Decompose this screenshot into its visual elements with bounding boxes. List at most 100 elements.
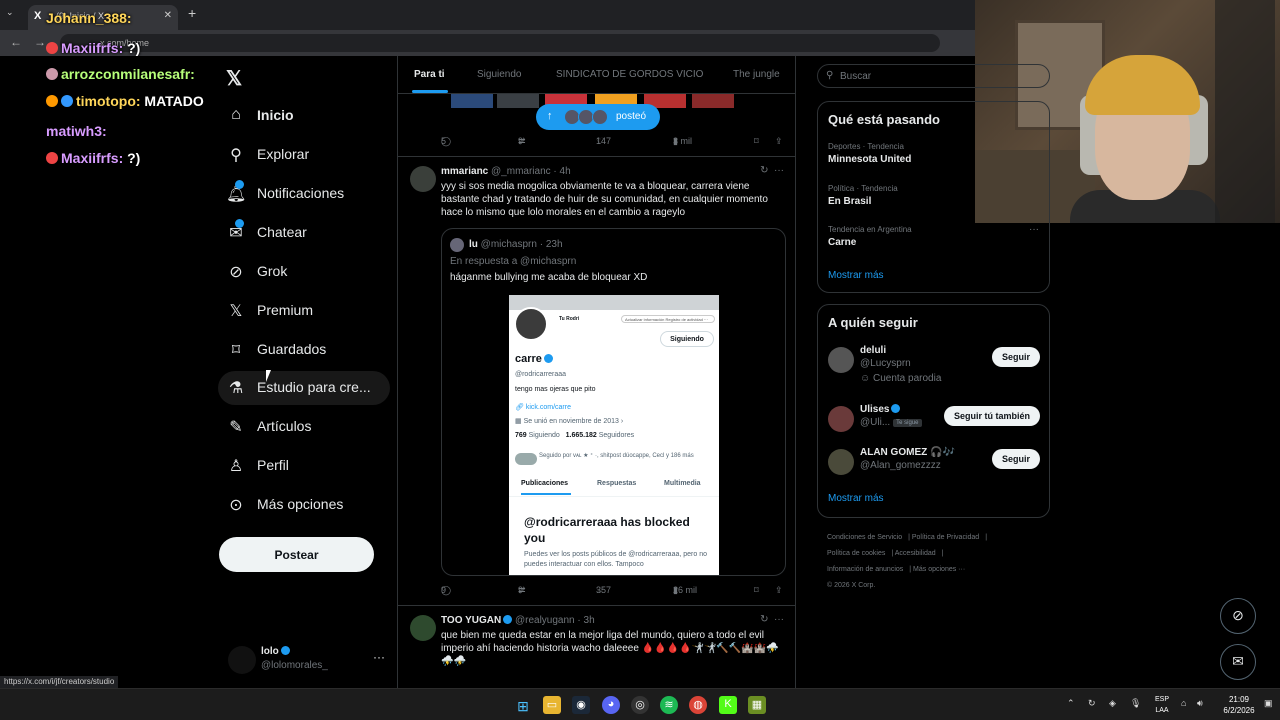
chat-text: MATADO <box>144 93 204 109</box>
windows-start-icon[interactable]: ⊞ <box>514 696 532 714</box>
obs-icon[interactable]: ◎ <box>631 696 649 714</box>
nav-item-explorar[interactable]: ⚲ Explorar <box>218 138 390 172</box>
url-field[interactable]: x.com/home <box>60 34 940 52</box>
grok-icon: ⊘ <box>1232 607 1244 623</box>
share-icon[interactable]: ⇪ <box>775 136 783 147</box>
footer-link[interactable]: Política de Privacidad <box>912 534 979 541</box>
tray-mic-icon[interactable]: 🎙︎ <box>1130 698 1141 709</box>
nav-item-notificaciones[interactable]: 🔔︎ Notificaciones <box>218 177 390 211</box>
follow-back-button[interactable]: Seguir tú también <box>943 406 1040 426</box>
kick-icon[interactable]: K <box>719 696 737 714</box>
language-indicator[interactable]: ESP LAA <box>1150 694 1174 716</box>
more-icon[interactable]: ··· <box>373 650 385 664</box>
bookmark-icon[interactable]: ⌑ <box>754 585 759 596</box>
tab-search-icon[interactable]: ⌄ <box>6 7 14 18</box>
footer-link[interactable]: Más opciones ··· <box>913 566 965 573</box>
nav-item-chatear[interactable]: ✉ Chatear <box>218 216 390 250</box>
grok-float-button[interactable]: ⊘ <box>1220 598 1256 634</box>
steam-icon[interactable]: ◉ <box>572 696 590 714</box>
tweet-time[interactable]: · 3h <box>577 615 594 626</box>
messages-float-button[interactable]: ✉ <box>1220 644 1256 680</box>
footer-link[interactable]: Información de anuncios <box>827 566 903 573</box>
who-to-follow-card: A quién seguir deluli @Lucysprn ☺ Cuenta… <box>817 304 1050 518</box>
chrome-icon[interactable]: ◍ <box>689 696 707 714</box>
new-posts-pill[interactable]: ↑ posteó <box>536 104 660 130</box>
screenshot-blocked-description: Puedes ver los posts públicos de @rodric… <box>524 551 707 568</box>
parody-label-text: Cuenta parodia <box>873 373 942 384</box>
trend-item[interactable]: Deportes · Tendencia Minnesota United <box>828 142 1038 165</box>
post-button[interactable]: Postear <box>219 537 374 572</box>
trend-item[interactable]: Política · Tendencia En Brasil <box>828 184 1038 207</box>
nav-item-grok[interactable]: ⊘ Grok <box>218 255 390 289</box>
nav-item-articulos[interactable]: ✎ Artículos <box>218 410 390 444</box>
nav-item-mas-opciones[interactable]: ⊙ Más opciones <box>218 488 390 522</box>
tweet[interactable]: mmarianc @_mmarianc · 4h ↻ ··· yyy si so… <box>398 156 795 604</box>
tray-shield-icon[interactable]: ◈ <box>1109 698 1116 709</box>
follow-button[interactable]: Seguir <box>991 347 1040 367</box>
language-code: ESP <box>1154 696 1169 703</box>
search-input[interactable]: ⚲ Buscar <box>817 64 1050 88</box>
tweet-time[interactable]: · 4h <box>553 166 570 177</box>
minecraft-icon[interactable]: ▦ <box>748 696 766 714</box>
follow-suggestion[interactable]: deluli @Lucysprn ☺ Cuenta parodia Seguir <box>828 345 1040 384</box>
forward-icon[interactable]: → <box>34 35 46 49</box>
file-explorer-icon[interactable]: ▭ <box>543 696 561 714</box>
tweet-author-name[interactable]: mmarianc <box>441 166 488 177</box>
system-clock[interactable]: 21:09 6/2/2026 <box>1218 694 1260 716</box>
tweet-menu-icon[interactable]: ↻ ··· <box>760 614 784 625</box>
account-switcher[interactable]: lolo @lolomorales_ ··· <box>228 644 393 684</box>
avatar[interactable] <box>410 615 436 641</box>
quoted-image-profile-screenshot[interactable]: Tu Rodri Actualizar información Registro… <box>509 295 719 575</box>
chat-user: Johann_388: <box>46 10 132 26</box>
clock-date: 6/2/2026 <box>1223 706 1255 715</box>
nav-item-perfil[interactable]: ♙ Perfil <box>218 449 390 483</box>
follow-button[interactable]: Seguir <box>991 449 1040 469</box>
retweet-count: 9 <box>518 136 524 146</box>
tab-the-jungle[interactable]: The jungle <box>733 69 780 80</box>
nav-item-guardados[interactable]: ⌑ Guardados <box>218 333 390 367</box>
nav-item-estudio[interactable]: ⚗ Estudio para cre... <box>218 371 390 405</box>
trend-item[interactable]: Tendencia en Argentina Carne <box>828 225 1038 248</box>
tab-sindicato[interactable]: SINDICATO DE GORDOS VICIO <box>556 69 703 80</box>
chat-badge-icon <box>46 152 58 164</box>
bookmark-icon[interactable]: ⌑ <box>754 136 759 147</box>
x-logo-icon[interactable]: 𝕏 <box>226 66 242 91</box>
volume-icon[interactable]: 🔊︎ <box>1197 698 1203 709</box>
discord-icon[interactable]: ◕ <box>602 696 620 714</box>
footer-link[interactable]: Condiciones de Servicio <box>827 534 902 541</box>
tab-siguiendo[interactable]: Siguiendo <box>477 69 521 80</box>
notifications-icon[interactable]: ▣ <box>1264 698 1273 709</box>
quoted-tweet[interactable]: lu @michasprn · 23h En respuesta a @mich… <box>441 228 786 576</box>
nav-label: Notificaciones <box>257 185 345 201</box>
tweet[interactable]: TOO YUGAN @realyugann · 3h ↻ ··· que bie… <box>398 605 795 688</box>
new-tab-button[interactable]: + <box>188 5 196 21</box>
tweet-menu-icon[interactable]: ↻ ··· <box>760 165 784 176</box>
back-icon[interactable]: ← <box>10 35 22 49</box>
tweet-author-name[interactable]: TOO YUGAN <box>441 615 501 626</box>
trend-name: En Brasil <box>828 196 872 207</box>
who-to-follow-show-more-link[interactable]: Mostrar más <box>828 493 884 504</box>
share-icon[interactable]: ⇪ <box>775 585 783 596</box>
quoted-time: · 23h <box>539 239 563 250</box>
trends-show-more-link[interactable]: Mostrar más <box>828 270 884 281</box>
tray-chevron-icon[interactable]: ⌃ <box>1067 698 1075 709</box>
follow-suggestion[interactable]: Ulises @Uli... Te sigue Seguir tú también <box>828 404 1040 438</box>
flask-icon: ⚗ <box>228 380 244 397</box>
spotify-icon[interactable]: ≋ <box>660 696 678 714</box>
tray-sync-icon[interactable]: ↻ <box>1088 698 1096 709</box>
account-name-text: lolo <box>261 646 279 657</box>
media-thumbnail[interactable] <box>451 94 493 108</box>
follow-suggestion[interactable]: ALAN GOMEZ 🎧🎶 @Alan_gomezzzz Seguir <box>828 447 1040 481</box>
media-thumbnail[interactable] <box>692 94 734 108</box>
footer-link[interactable]: Política de cookies <box>827 550 885 557</box>
network-icon[interactable]: ⌂ <box>1181 698 1186 708</box>
avatar[interactable] <box>410 166 436 192</box>
nav-item-inicio[interactable]: ⌂ Inicio <box>218 99 390 133</box>
footer-link[interactable]: Accesibilidad <box>895 550 936 557</box>
nav-item-premium[interactable]: 𝕏 Premium <box>218 294 390 328</box>
tab-para-ti[interactable]: Para ti <box>414 69 445 80</box>
trend-more-icon[interactable]: ··· <box>1029 224 1039 235</box>
chat-user: matiwh3: <box>46 123 107 139</box>
tab-close-icon[interactable]: ✕ <box>164 10 172 21</box>
media-thumbnail[interactable] <box>497 94 539 108</box>
